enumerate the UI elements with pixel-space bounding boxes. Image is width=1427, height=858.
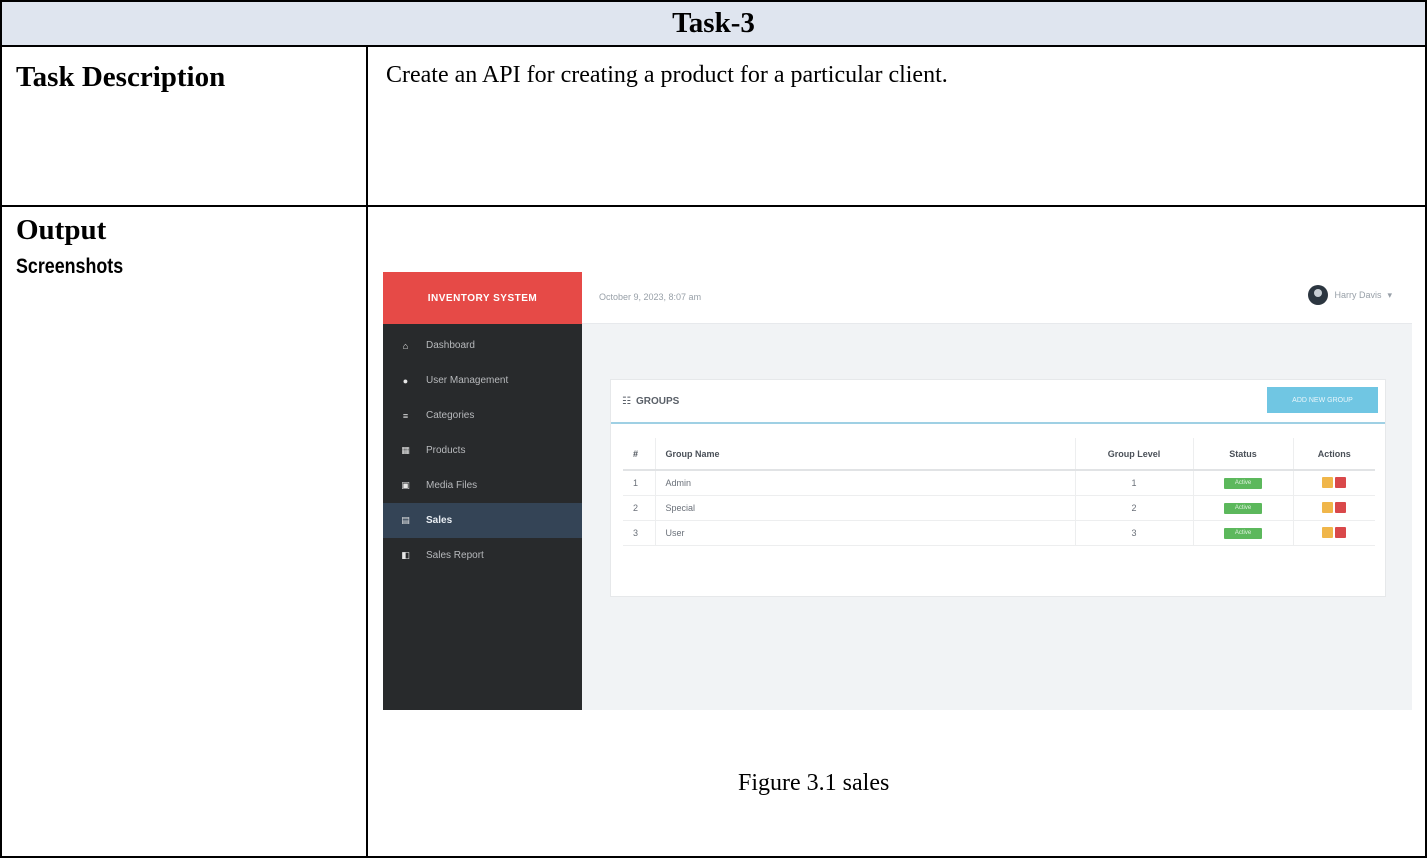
sidebar-item-user-management[interactable]: ● User Management <box>383 363 582 398</box>
column-header: Actions <box>1293 438 1375 471</box>
edit-icon[interactable] <box>1322 527 1334 539</box>
groups-table: # Group Name Group Level Status Actions 1 Adm… <box>623 438 1375 546</box>
image-icon: ▣ <box>401 480 410 490</box>
caret-down-icon: ▾ <box>1387 289 1392 300</box>
table-body: 1 Admin 1 Active 2 Special 2 Active 3 User 3 Active <box>623 470 1375 546</box>
group-name: Special <box>655 495 1076 521</box>
sidebar-item-sales[interactable]: ▤ Sales <box>383 503 582 538</box>
list-icon: ≡ <box>402 410 409 421</box>
credit-card-icon: ▤ <box>401 515 410 525</box>
delete-icon[interactable] <box>1335 477 1347 489</box>
output-label: Output <box>16 214 107 246</box>
sidebar-item-label: User Management <box>426 375 509 386</box>
home-icon: ⌂ <box>402 340 409 351</box>
actions-cell <box>1293 470 1375 496</box>
task-description-text: Create an API for creating a product for… <box>386 62 948 88</box>
status-badge: Active <box>1224 528 1262 539</box>
sidebar-item-label: Dashboard <box>426 340 475 351</box>
status-cell: Active <box>1193 520 1294 546</box>
group-level: 2 <box>1075 495 1194 521</box>
sidebar-item-label: Categories <box>426 410 475 421</box>
column-header: # <box>623 438 656 471</box>
sidebar-item-label: Media Files <box>426 480 478 491</box>
actions-cell <box>1293 495 1375 521</box>
avatar <box>1308 285 1329 305</box>
sidebar-item-label: Sales Report <box>426 550 484 561</box>
current-datetime: October 9, 2023, 8:07 am <box>599 292 702 302</box>
user-menu[interactable]: Harry Davis ▾ <box>1308 285 1392 305</box>
grid-icon: ▦ <box>401 445 410 455</box>
actions-cell <box>1293 520 1375 546</box>
table-row: 1 Admin 1 Active <box>623 470 1375 496</box>
task-title: Task-3 <box>672 7 755 39</box>
sidebar-item-sales-report[interactable]: ◧ Sales Report <box>383 538 582 573</box>
embedded-screenshot: INVENTORY SYSTEM ⌂ Dashboard ● User Managem… <box>383 272 1412 710</box>
status-cell: Active <box>1193 495 1294 521</box>
list-icon: ☷ <box>622 395 631 407</box>
group-level: 1 <box>1075 470 1194 496</box>
task-table: Task-3 Task Description Create an API fo… <box>0 0 1427 858</box>
row-number: 3 <box>623 520 656 546</box>
sidebar-item-products[interactable]: ▦ Products <box>383 433 582 468</box>
group-name: User <box>655 520 1076 546</box>
column-header: Status <box>1193 438 1294 471</box>
screenshots-label: Screenshots <box>16 255 124 278</box>
status-badge: Active <box>1224 503 1262 514</box>
chart-icon: ◧ <box>401 550 410 560</box>
column-divider <box>366 47 368 858</box>
row-number: 2 <box>623 495 656 521</box>
row-divider <box>2 205 1425 207</box>
task-header: Task-3 <box>2 2 1425 47</box>
group-level: 3 <box>1075 520 1194 546</box>
sidebar-nav: ⌂ Dashboard ● User Management ≡ Categories ▦ Pr… <box>383 328 582 573</box>
sidebar-item-label: Products <box>426 445 466 456</box>
delete-icon[interactable] <box>1335 502 1347 514</box>
column-header: Group Level <box>1075 438 1194 471</box>
edit-icon[interactable] <box>1322 502 1334 514</box>
brand-logo: INVENTORY SYSTEM <box>383 272 582 324</box>
add-new-group-button[interactable]: ADD NEW GROUP <box>1267 387 1378 413</box>
table-header-row: # Group Name Group Level Status Actions <box>623 438 1375 471</box>
sidebar-item-categories[interactable]: ≡ Categories <box>383 398 582 433</box>
sidebar: INVENTORY SYSTEM ⌂ Dashboard ● User Managem… <box>383 272 582 710</box>
group-name: Admin <box>655 470 1076 496</box>
sidebar-item-media-files[interactable]: ▣ Media Files <box>383 468 582 503</box>
figure-caption: Figure 3.1 sales <box>738 770 890 796</box>
groups-panel: ☷ GROUPS ADD NEW GROUP # Group Name Group … <box>610 379 1386 597</box>
task-description-label: Task Description <box>16 61 226 93</box>
panel-title: GROUPS <box>635 395 680 407</box>
table-row: 3 User 3 Active <box>623 520 1375 546</box>
user-name: Harry Davis <box>1334 290 1382 300</box>
delete-icon[interactable] <box>1335 527 1347 539</box>
status-badge: Active <box>1224 478 1262 490</box>
column-header: Group Name <box>655 438 1076 471</box>
sidebar-item-label: Sales <box>426 515 453 526</box>
edit-icon[interactable] <box>1322 477 1334 489</box>
table-row: 2 Special 2 Active <box>623 495 1375 521</box>
top-bar: October 9, 2023, 8:07 am Harry Davis ▾ <box>582 272 1412 324</box>
user-icon: ● <box>402 375 409 386</box>
status-cell: Active <box>1193 470 1294 496</box>
sidebar-item-dashboard[interactable]: ⌂ Dashboard <box>383 328 582 363</box>
row-number: 1 <box>623 470 656 496</box>
